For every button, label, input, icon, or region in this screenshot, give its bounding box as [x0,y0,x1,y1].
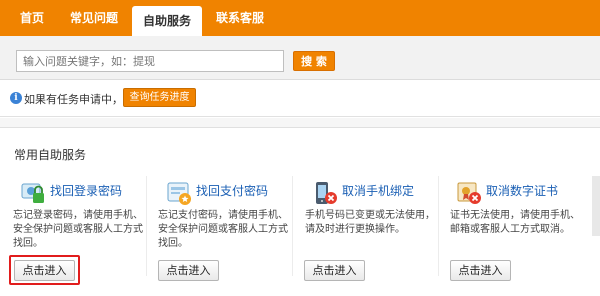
retrieve-login-password-link[interactable]: 找回登录密码 [50,182,122,199]
lock-icon [21,183,44,203]
enter-button-payment-password[interactable]: 点击进入 [158,260,219,281]
tab-self-service[interactable]: 自助服务 [132,6,202,36]
section-gap [0,118,600,128]
cancel-phone-binding-link[interactable]: 取消手机绑定 [342,182,414,199]
panel-title: 常用自助服务 [14,148,87,162]
enter-button-phone-binding[interactable]: 点击进入 [304,260,365,281]
next-card-edge [592,176,600,236]
retrieve-payment-password-link[interactable]: 找回支付密码 [196,182,268,199]
query-task-progress-button[interactable]: 查询任务进度 [123,88,196,107]
search-button[interactable]: 搜 索 [293,51,335,71]
card-description: 忘记支付密码，请使用手机、安全保护问题或客服人工方式找回。 [158,210,288,249]
task-hint: 如果有任务申请中，可 [24,93,134,106]
enter-button-login-password[interactable]: 点击进入 [14,260,75,281]
payment-password-icon [167,182,191,205]
tab-faq[interactable]: 常见问题 [62,0,126,36]
tab-contact[interactable]: 联系客服 [208,0,272,36]
card-description: 手机号码已变更或无法使用，请及时进行更换操作。 [305,210,435,235]
cancel-digital-certificate-link[interactable]: 取消数字证书 [486,182,558,199]
enter-button-digital-certificate[interactable]: 点击进入 [450,260,511,281]
tab-home[interactable]: 首页 [10,0,54,36]
card-description: 忘记登录密码，请使用手机、安全保护问题或客服人工方式找回。 [13,210,143,249]
mobile-unbind-icon [316,182,337,204]
info-icon: i [10,92,22,104]
card-description: 证书无法使用，请使用手机、邮箱或客服人工方式取消。 [450,210,580,235]
certificate-cancel-icon [457,182,481,204]
search-input[interactable] [16,50,284,72]
